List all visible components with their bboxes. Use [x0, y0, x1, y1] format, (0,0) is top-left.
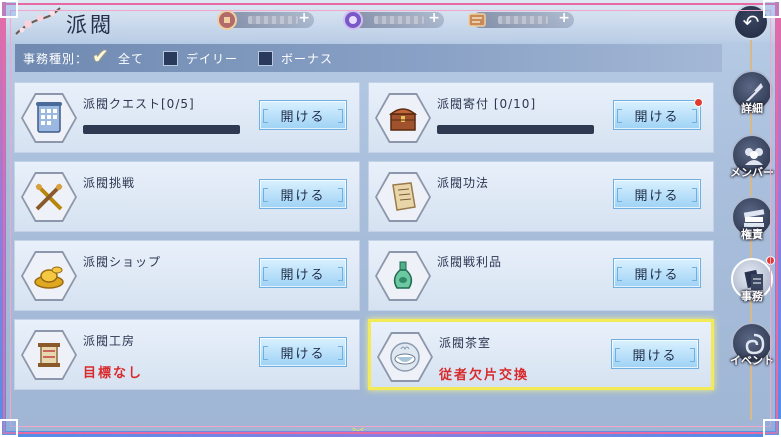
- add-ticket-button[interactable]: +: [558, 10, 570, 26]
- scroll-ticket-icon: [468, 13, 486, 27]
- currency-amount-hidden: [248, 16, 298, 24]
- button-label: 開ける: [634, 109, 680, 125]
- sidebar-item-label: 詳細: [741, 102, 763, 115]
- filter-option-label: デイリー: [186, 51, 239, 66]
- teacup-icon: [390, 342, 420, 372]
- open-tearoom-button[interactable]: 開ける: [611, 339, 699, 369]
- corner-ornament: [0, 0, 18, 18]
- notification-dot: [766, 256, 775, 265]
- header-bar: 派閥 + + +: [0, 0, 781, 42]
- sidebar-item-label: イベント: [730, 354, 774, 367]
- add-coin-button[interactable]: +: [298, 10, 310, 26]
- open-challenge-button[interactable]: 開ける: [259, 179, 347, 209]
- sidebar-item-label: 権責: [741, 228, 763, 241]
- task-title: 派閥挑戦: [83, 176, 136, 190]
- frame-left-border: [0, 0, 6, 437]
- sidebar-item-events[interactable]: イベント: [727, 322, 777, 372]
- task-title: 派閥工房: [83, 334, 136, 348]
- sidebar-item-affairs[interactable]: 事務: [727, 256, 777, 308]
- open-shop-button[interactable]: 開ける: [259, 258, 347, 288]
- currency-amount-hidden: [498, 16, 548, 24]
- spool-icon: [38, 343, 60, 367]
- task-subtitle: 目標なし: [83, 366, 144, 381]
- filter-option-daily[interactable]: デイリー: [163, 48, 238, 68]
- task-title: 派閥寄付 [0/10]: [437, 97, 537, 111]
- task-card-challenge: 派閥挑戦 開ける: [14, 161, 360, 232]
- gem-icon: [343, 10, 363, 30]
- task-progress-bar: [437, 125, 594, 134]
- frame-right-border: [775, 0, 781, 437]
- task-title: 派閥茶室: [439, 336, 492, 350]
- gold-ingot-icon: [34, 266, 64, 289]
- filter-option-all[interactable]: 全て: [92, 44, 145, 68]
- manual-scroll-icon: [392, 182, 416, 211]
- notification-dot: [694, 98, 703, 107]
- treasure-chest-icon: [388, 108, 418, 131]
- task-type-filter-bar: 事務種別： 全て デイリー ボーナス: [15, 44, 722, 72]
- page-title: 派閥: [66, 13, 114, 37]
- sidebar-item-details[interactable]: 詳細: [727, 70, 777, 120]
- open-spoils-button[interactable]: 開ける: [613, 258, 701, 288]
- task-card-quest: 派閥クエスト[0/5] 開ける: [14, 82, 360, 153]
- corner-ornament: [763, 0, 781, 18]
- open-quest-button[interactable]: 開ける: [259, 100, 347, 130]
- sidebar-item-authority[interactable]: 権責: [727, 196, 777, 246]
- right-sidebar: ↶ 詳細 メンバー 権責 事務 イベント: [723, 0, 781, 437]
- filter-option-label: 全て: [118, 51, 145, 66]
- filter-option-bonus[interactable]: ボーナス: [258, 48, 333, 68]
- checkbox-icon[interactable]: [258, 50, 273, 66]
- task-title: 派閥クエスト[0/5]: [83, 97, 195, 111]
- task-title: 派閥功法: [437, 176, 490, 190]
- open-technique-button[interactable]: 開ける: [613, 179, 701, 209]
- checkbox-icon[interactable]: [163, 50, 178, 66]
- corner-ornament: [0, 419, 18, 437]
- add-gem-button[interactable]: +: [428, 10, 440, 26]
- task-card-technique: 派閥功法 開ける: [368, 161, 714, 232]
- task-card-workshop: 派閥工房 目標なし 開ける: [14, 319, 360, 390]
- calendar-scroll-icon: [36, 102, 62, 133]
- sidebar-item-label: メンバー: [730, 166, 774, 179]
- coin-icon: [217, 10, 237, 30]
- plum-blossom-icon: [15, 7, 61, 35]
- sidebar-item-label: 事務: [741, 290, 763, 303]
- crossed-swords-icon: [35, 183, 63, 211]
- task-title: 派閥戦利品: [437, 255, 503, 269]
- corner-ornament: [763, 419, 781, 437]
- currency-amount-hidden: [374, 16, 424, 24]
- task-card-shop: 派閥ショップ 開ける: [14, 240, 360, 311]
- task-title: 派閥ショップ: [83, 255, 162, 269]
- jade-vase-icon: [393, 261, 413, 289]
- task-subtitle: 従者欠片交換: [439, 368, 530, 383]
- frame-bottom-border: [0, 431, 781, 437]
- currency-slot-coin: +: [217, 10, 314, 30]
- filter-label: 事務種別：: [23, 52, 89, 66]
- currency-slot-ticket: +: [468, 10, 574, 28]
- task-card-spoils: 派閥戦利品 開ける: [368, 240, 714, 311]
- open-donation-button[interactable]: 開ける: [613, 98, 703, 130]
- open-workshop-button[interactable]: 開ける: [259, 337, 347, 367]
- filter-option-label: ボーナス: [281, 51, 334, 66]
- sidebar-item-members[interactable]: メンバー: [727, 134, 777, 184]
- task-card-tearoom: 派閥茶室 従者欠片交換 開ける: [368, 319, 714, 390]
- task-progress-bar: [83, 125, 240, 134]
- checkbox-checked-icon[interactable]: [92, 44, 110, 68]
- currency-slot-gem: +: [343, 10, 444, 30]
- task-card-donation: 派閥寄付 [0/10] 開ける: [368, 82, 714, 153]
